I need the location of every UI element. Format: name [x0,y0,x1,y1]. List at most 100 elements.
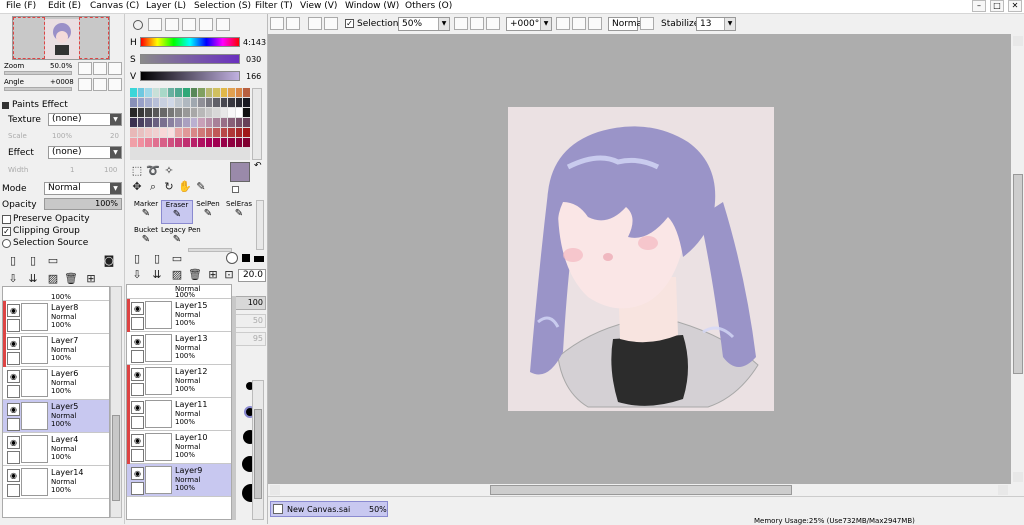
brush-shape-square-icon[interactable] [242,254,250,262]
layer-row[interactable]: ◉ Layer5 Normal 100% [3,400,109,433]
palette-swatch[interactable] [190,128,198,137]
selection-checkbox[interactable]: ✓ [345,19,354,28]
palette-swatch[interactable] [243,118,250,127]
palette-swatch[interactable] [160,128,167,137]
palette-scrollbar[interactable] [252,88,262,160]
palette-swatch[interactable] [235,138,243,147]
brush-size-field[interactable]: 20.0 [238,269,266,282]
angle-slider[interactable] [4,87,72,91]
layer-lock-toggle[interactable] [131,350,144,363]
canvas-tab[interactable]: New Canvas.sai 50% [270,501,388,517]
palette-swatch[interactable] [182,128,190,137]
palette-swatch[interactable] [160,108,167,117]
palette-swatch[interactable] [152,108,160,117]
tool-seleras[interactable]: SelEras ✎ [223,200,255,224]
new-linework-layer-icon[interactable]: ▯ [26,254,40,268]
menu-edit[interactable]: Edit (E) [48,1,81,11]
zoom-out-icon[interactable] [454,17,468,30]
close-button[interactable]: ✕ [1008,0,1022,12]
palette-swatch[interactable] [175,98,182,107]
layer-row[interactable]: ◉ Layer4 Normal 100% [3,433,109,466]
palette-swatch[interactable] [235,118,243,127]
palette-swatch[interactable] [167,98,175,107]
palette-swatch[interactable] [167,138,175,147]
saturation-slider[interactable] [140,54,240,64]
palette-swatch[interactable] [160,138,167,147]
palette-swatch[interactable] [198,138,205,147]
palette-swatch[interactable] [137,108,145,117]
eye-icon[interactable]: ◉ [7,436,20,449]
palette-swatch[interactable] [228,128,235,137]
effect-select[interactable]: (none) ▼ [48,146,122,159]
palette-swatch[interactable] [130,108,137,117]
palette-swatch[interactable] [205,128,213,137]
zoom-tool-icon[interactable]: ⌕ [146,180,160,194]
layer-row[interactable]: Normal 100% [127,285,231,299]
palette-swatch[interactable] [182,88,190,97]
rotate-right-icon[interactable] [572,17,586,30]
palette-swatch[interactable] [152,128,160,137]
layer-lock-toggle[interactable] [131,317,144,330]
brush-scroll-handle[interactable] [188,248,232,252]
layer-row[interactable]: ◉ Layer10 Normal 100% [127,431,231,464]
brush-param-1[interactable]: 50 [232,314,266,328]
rgb-slider-icon[interactable] [148,18,162,31]
menu-selection[interactable]: Selection (S) [194,1,251,11]
brush-tool-scrollbar[interactable] [256,200,264,250]
eyedropper-icon[interactable]: ✎ [194,180,208,194]
palette-swatch[interactable] [213,108,220,117]
palette-swatch[interactable] [220,88,228,97]
size-multiplier-icon[interactable]: ⊡ [222,268,236,282]
palette-swatch[interactable] [205,118,213,127]
menu-others[interactable]: Others (O) [405,1,452,11]
transfer-down-icon-2[interactable]: ⇩ [130,268,144,282]
nav-rotate-reset-icon[interactable] [108,78,122,91]
zoom-reset-icon[interactable] [486,17,500,30]
layer-lock-toggle[interactable] [7,385,20,398]
clear-layer-icon[interactable]: ▨ [46,272,60,286]
palette-swatch[interactable] [235,98,243,107]
swap-colors-icon[interactable]: ↶ [254,161,262,171]
layer-row[interactable]: ◉ Layer15 Normal 100% [127,299,231,332]
palette-swatch[interactable] [190,88,198,97]
eye-icon[interactable]: ◉ [7,304,20,317]
eye-icon[interactable]: ◉ [7,337,20,350]
palette-swatch[interactable] [182,108,190,117]
rotation-select[interactable]: +000° ▼ [506,17,552,31]
magic-wand-icon[interactable]: ✧ [162,164,176,178]
palette-swatch[interactable] [182,98,190,107]
eye-icon[interactable]: ◉ [7,370,20,383]
palette-swatch[interactable] [205,98,213,107]
density-field[interactable]: 100 [232,296,266,310]
eye-icon[interactable]: ◉ [7,403,20,416]
tool-eraser[interactable]: Eraser ✎ [161,200,193,224]
layer-lock-toggle[interactable] [7,418,20,431]
tool-legacy-pen[interactable]: Legacy Pen ✎ [161,226,201,250]
layer-row[interactable]: ◉ Layer12 Normal 100% [127,365,231,398]
brush-size-scroll-thumb[interactable] [254,409,262,499]
palette-swatch[interactable] [228,108,235,117]
palette-swatch[interactable] [175,118,182,127]
palette-swatch[interactable] [152,118,160,127]
collapse-icon[interactable] [2,102,9,109]
palette-swatch[interactable] [243,138,250,147]
color-mixer-icon[interactable] [216,18,230,31]
new-layer-icon-2[interactable]: ▯ [130,252,144,266]
palette-swatch[interactable] [228,88,235,97]
move-icon[interactable]: ✥ [130,180,144,194]
layer-row[interactable]: ◉ Layer8 Normal 100% [3,301,109,334]
stabilizer-select[interactable]: 13 ▼ [696,17,736,31]
palette-swatch[interactable] [235,108,243,117]
palette-swatch[interactable] [205,108,213,117]
palette-swatch[interactable] [205,138,213,147]
layer-lock-toggle[interactable] [7,451,20,464]
palette-swatch[interactable] [205,88,213,97]
palette-swatch[interactable] [137,118,145,127]
palette-swatch[interactable] [220,118,228,127]
swatch-icon[interactable] [182,18,196,31]
palette-swatch[interactable] [190,138,198,147]
rotate-tool-icon[interactable]: ↻ [162,180,176,194]
layer-row[interactable]: 100% [3,287,109,301]
zoom-select[interactable]: 50% ▼ [398,17,450,31]
palette-swatch[interactable] [175,88,182,97]
